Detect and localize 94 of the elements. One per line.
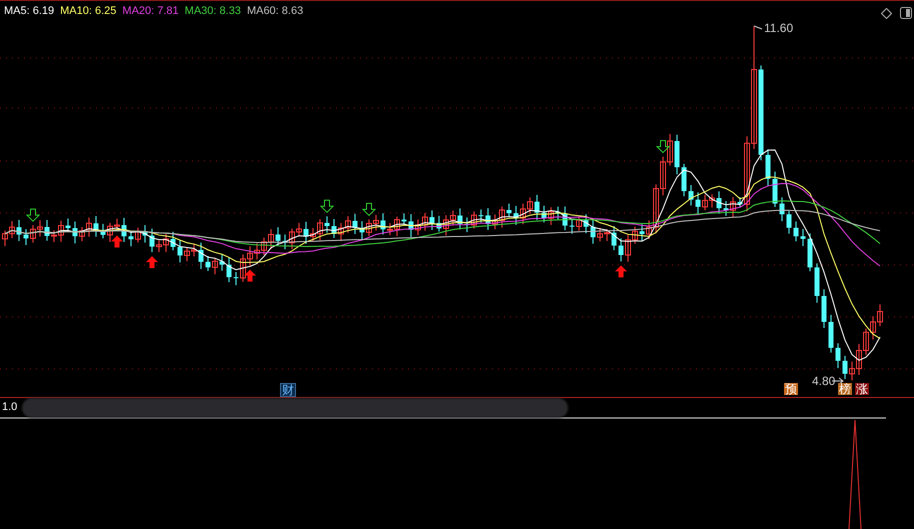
candlestick bbox=[836, 342, 840, 369]
candlestick bbox=[150, 228, 154, 253]
candlestick bbox=[72, 220, 78, 244]
moving-average-label: MA60: 8.63 bbox=[246, 6, 304, 17]
candlestick bbox=[514, 206, 518, 226]
candlestick bbox=[640, 224, 644, 242]
candlestick bbox=[478, 208, 484, 223]
candlestick bbox=[786, 210, 792, 234]
candlestick bbox=[16, 219, 22, 242]
up-arrow-icon bbox=[244, 270, 256, 282]
candlestick bbox=[486, 208, 490, 230]
up-arrow-icon bbox=[111, 236, 123, 248]
candlestick bbox=[570, 218, 574, 234]
candlestick bbox=[464, 216, 470, 233]
candlestick bbox=[808, 232, 812, 272]
candlestick bbox=[94, 216, 98, 238]
event-tag[interactable]: 财 bbox=[280, 383, 296, 397]
candlestick bbox=[100, 223, 106, 239]
candlestick bbox=[24, 228, 28, 246]
candlestick bbox=[212, 257, 218, 275]
down-arrow-icon bbox=[362, 202, 376, 216]
candlestick bbox=[800, 228, 806, 247]
moving-average-label: MA20: 7.81 bbox=[122, 6, 179, 17]
candlestick bbox=[220, 254, 224, 272]
event-tag[interactable]: 榜 bbox=[838, 383, 852, 395]
moving-average-label: MA30: 8.33 bbox=[184, 6, 241, 17]
candlestick bbox=[584, 214, 588, 234]
candlestick bbox=[780, 196, 784, 222]
panel-toggle-icon[interactable] bbox=[900, 7, 912, 19]
candlestick bbox=[612, 226, 616, 251]
candlestick bbox=[828, 314, 834, 354]
candlestick bbox=[402, 212, 406, 226]
candlestick bbox=[590, 219, 596, 244]
candlestick bbox=[842, 355, 848, 380]
candlestick bbox=[458, 208, 462, 230]
candlestick bbox=[724, 200, 728, 216]
candlestick bbox=[170, 231, 176, 251]
candlestick bbox=[506, 203, 512, 218]
candlestick bbox=[122, 217, 126, 243]
candlestick bbox=[562, 206, 568, 231]
down-arrow-icon bbox=[656, 140, 670, 154]
candlestick bbox=[282, 234, 288, 250]
candlestick bbox=[198, 242, 204, 270]
candlestick bbox=[304, 221, 308, 244]
candlestick bbox=[276, 226, 280, 246]
candlestick bbox=[794, 221, 798, 242]
candlestick bbox=[576, 216, 582, 232]
candlestick bbox=[135, 227, 141, 243]
candlestick bbox=[542, 205, 546, 223]
candlestick bbox=[814, 262, 820, 304]
candlestick bbox=[534, 194, 540, 220]
candlestick bbox=[766, 148, 770, 186]
candlestick bbox=[142, 224, 148, 244]
candlestick bbox=[430, 210, 434, 230]
low-price-label: 4.80 bbox=[812, 375, 836, 387]
candlestick bbox=[696, 192, 700, 214]
candlestick bbox=[674, 134, 680, 175]
candlestick bbox=[380, 212, 386, 235]
candlestick bbox=[408, 214, 414, 238]
moving-average-label: MA5: 6.19 bbox=[4, 6, 54, 17]
candlestick bbox=[206, 255, 210, 272]
diamond-icon[interactable] bbox=[881, 8, 892, 19]
up-arrow-icon bbox=[615, 265, 627, 278]
candlestick bbox=[226, 257, 232, 283]
candlestick bbox=[324, 216, 330, 234]
candlestick bbox=[688, 184, 694, 206]
up-arrow-icon bbox=[146, 256, 158, 268]
event-tag[interactable]: 预 bbox=[784, 383, 798, 395]
candlestick bbox=[436, 215, 442, 232]
candlestick bbox=[548, 206, 554, 226]
candlestick bbox=[471, 210, 477, 229]
leader-line bbox=[754, 26, 762, 30]
indicator-value: 1.0 bbox=[2, 402, 18, 413]
candlestick bbox=[618, 238, 624, 262]
candlestick bbox=[772, 171, 778, 208]
candlestick bbox=[556, 206, 560, 220]
down-arrow-icon bbox=[26, 208, 40, 222]
candlestick bbox=[234, 272, 238, 286]
candlestick bbox=[66, 218, 70, 232]
candlestick bbox=[730, 196, 736, 218]
down-arrow-icon bbox=[320, 200, 334, 213]
candlestick bbox=[332, 218, 336, 238]
event-tag[interactable]: 涨 bbox=[855, 383, 869, 395]
candlestick bbox=[128, 230, 134, 247]
candlestick bbox=[738, 196, 742, 208]
moving-average-label: MA10: 6.25 bbox=[60, 6, 116, 17]
candlestick bbox=[822, 288, 826, 329]
candlestick bbox=[682, 163, 686, 197]
candlestick bbox=[352, 213, 358, 234]
candlestick bbox=[360, 220, 364, 240]
candlestick bbox=[716, 190, 722, 214]
candlestick bbox=[44, 219, 50, 242]
candlestick bbox=[178, 240, 182, 263]
high-price-label: 11.60 bbox=[764, 22, 794, 34]
